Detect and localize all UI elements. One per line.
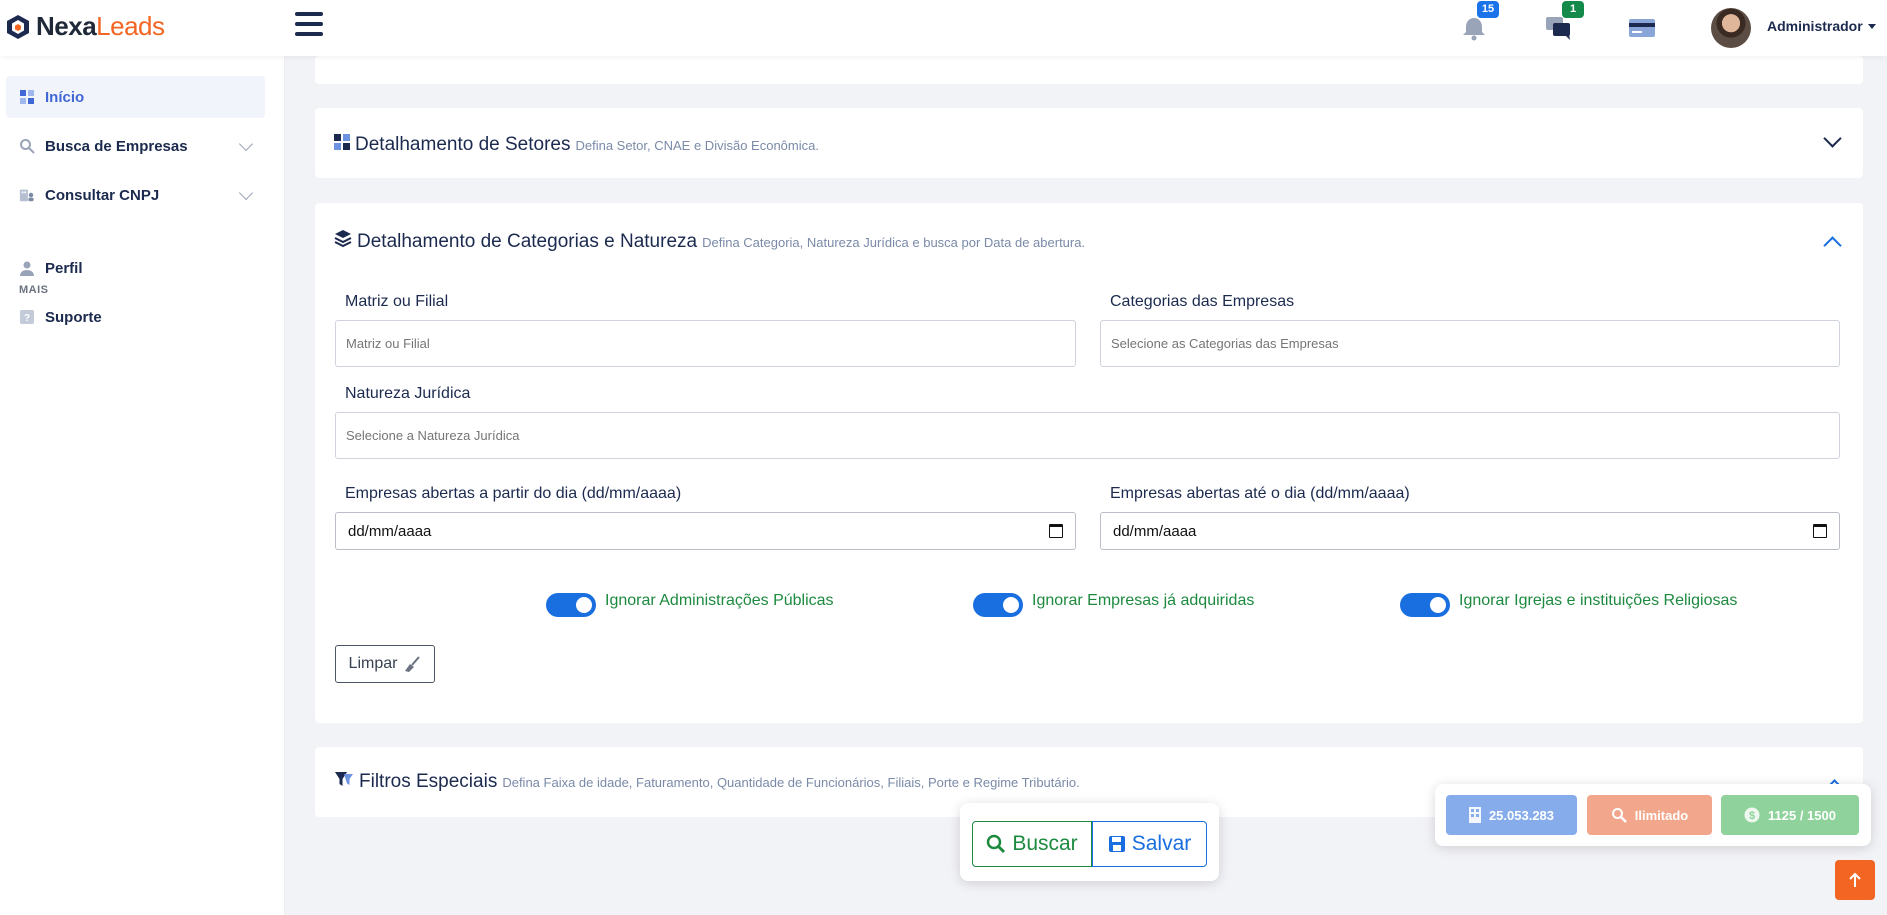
credits-value: 1125 / 1500 xyxy=(1768,807,1836,823)
help-icon: ? xyxy=(19,309,35,325)
building-icon xyxy=(1468,807,1481,823)
chevron-up-icon[interactable] xyxy=(1823,236,1842,255)
data-fim-label: Empresas abertas até o dia (dd/mm/aaaa) xyxy=(1110,485,1410,502)
ignorar-igrejas-toggle[interactable] xyxy=(1400,593,1450,617)
matriz-filial-select[interactable] xyxy=(335,320,1076,367)
ignorar-adm-publicas-label: Ignorar Administrações Públicas xyxy=(605,592,834,609)
sidebar-item-label: Busca de Empresas xyxy=(45,137,188,155)
section-subtitle: Defina Categoria, Natureza Jurídica e bu… xyxy=(702,235,1086,250)
floppy-disk-icon xyxy=(1108,836,1125,852)
ignorar-adm-publicas-toggle[interactable] xyxy=(546,593,596,617)
sidebar-item-label: Perfil xyxy=(45,259,83,277)
user-icon xyxy=(19,260,35,276)
companies-count-value: 25.053.283 xyxy=(1488,807,1555,823)
search-icon xyxy=(1611,808,1627,823)
natureza-juridica-label: Natureza Jurídica xyxy=(345,385,471,402)
clear-button[interactable]: Limpar xyxy=(335,645,435,683)
user-menu-dropdown[interactable]: Administrador xyxy=(1767,18,1876,34)
calendar-icon[interactable] xyxy=(1049,524,1063,538)
setores-section-header[interactable]: Detalhamento de Setores Defina Setor, CN… xyxy=(334,134,819,156)
layers-icon xyxy=(334,230,352,247)
ignorar-empresas-adquiridas-label: Ignorar Empresas já adquiridas xyxy=(1032,592,1255,609)
credits-stat: $ 1125 / 1500 xyxy=(1721,795,1859,835)
credit-card-icon xyxy=(1629,19,1655,37)
messages-count-badge: 1 xyxy=(1562,1,1584,18)
sidebar-item-perfil[interactable]: Perfil xyxy=(6,247,265,289)
categorias-section-header[interactable]: Detalhamento de Categorias e Natureza De… xyxy=(334,229,1085,253)
chevron-down-icon[interactable] xyxy=(1823,129,1842,148)
categorias-select[interactable] xyxy=(1100,320,1840,367)
searches-limit-value: Ilimitado xyxy=(1634,807,1689,823)
section-subtitle: Defina Faixa de idade, Faturamento, Quan… xyxy=(502,775,1080,790)
search-button[interactable]: Buscar xyxy=(972,821,1092,867)
arrow-up-icon xyxy=(1849,872,1861,887)
search-icon xyxy=(987,834,1006,854)
filter-icon xyxy=(335,772,353,786)
sidebar-item-suporte[interactable]: ? Suporte xyxy=(6,296,265,338)
scroll-to-top-button[interactable] xyxy=(1835,860,1875,900)
section-subtitle: Defina Setor, CNAE e Divisão Econômica. xyxy=(575,138,819,153)
searches-limit-stat: Ilimitado xyxy=(1587,795,1712,835)
data-fim-input[interactable]: dd/mm/aaaa xyxy=(1100,512,1840,550)
dashboard-grid-icon xyxy=(19,89,35,105)
ignorar-igrejas-label: Ignorar Igrejas e instituições Religiosa… xyxy=(1459,592,1738,609)
search-actions-panel: Buscar Salvar xyxy=(960,803,1219,881)
section-title: Filtros Especiais xyxy=(359,771,498,792)
svg-text:$: $ xyxy=(1749,810,1755,822)
messages-button[interactable]: 1 xyxy=(1544,1,1584,43)
svg-text:?: ? xyxy=(24,313,30,324)
section-title: Detalhamento de Categorias e Natureza xyxy=(357,231,698,252)
chevron-down-icon xyxy=(238,185,254,201)
sidebar-item-consultar-cnpj[interactable]: Consultar CNPJ xyxy=(6,174,265,216)
broom-icon xyxy=(405,656,421,672)
dollar-coin-icon: $ xyxy=(1744,807,1760,823)
sidebar-item-label: Consultar CNPJ xyxy=(45,186,160,204)
categorias-label: Categorias das Empresas xyxy=(1110,293,1295,310)
top-navbar: NexaLeads 15 1 Administrador xyxy=(0,0,1887,56)
user-avatar[interactable] xyxy=(1711,8,1751,48)
sidebar-item-label: Suporte xyxy=(45,308,102,326)
filtros-especiais-section-header[interactable]: Filtros Especiais Defina Faixa de idade,… xyxy=(334,771,1080,793)
sidebar-item-busca-empresas[interactable]: Busca de Empresas xyxy=(6,125,265,167)
menu-toggle-icon[interactable] xyxy=(295,12,323,40)
chevron-down-icon xyxy=(238,136,254,152)
previous-section-card xyxy=(315,56,1863,84)
matriz-filial-label: Matriz ou Filial xyxy=(345,293,449,310)
save-button-label: Salvar xyxy=(1131,832,1192,855)
notifications-button[interactable]: 15 xyxy=(1459,1,1499,43)
companies-count-stat: 25.053.283 xyxy=(1446,795,1577,835)
date-value: dd/mm/aaaa xyxy=(1113,522,1197,540)
account-stats-panel: 25.053.283 Ilimitado $ 1125 / 1500 xyxy=(1435,784,1871,846)
clear-button-label: Limpar xyxy=(348,655,398,672)
sidebar-item-inicio[interactable]: Início xyxy=(6,76,265,118)
data-inicio-input[interactable]: dd/mm/aaaa xyxy=(335,512,1076,550)
save-button[interactable]: Salvar xyxy=(1092,821,1207,867)
brand-name: NexaLeads xyxy=(36,11,165,41)
sidebar-item-label: Início xyxy=(45,88,85,106)
sidebar: Início Busca de Empresas Consultar CNPJ … xyxy=(0,56,285,915)
brand-logo[interactable]: NexaLeads xyxy=(4,11,165,42)
section-title: Detalhamento de Setores xyxy=(355,134,571,155)
notifications-count-badge: 15 xyxy=(1477,1,1499,18)
categorias-section-card: Detalhamento de Categorias e Natureza De… xyxy=(315,203,1863,723)
natureza-juridica-select[interactable] xyxy=(335,412,1840,459)
building-user-icon xyxy=(19,187,35,203)
calendar-icon[interactable] xyxy=(1813,524,1827,538)
billing-button[interactable] xyxy=(1627,13,1657,43)
grid-icon xyxy=(334,134,350,150)
search-icon xyxy=(19,138,35,154)
logo-cube-icon xyxy=(7,14,29,39)
setores-section-card: Detalhamento de Setores Defina Setor, CN… xyxy=(315,108,1863,178)
search-button-label: Buscar xyxy=(1012,832,1078,855)
date-value: dd/mm/aaaa xyxy=(348,522,432,540)
ignorar-empresas-adquiridas-toggle[interactable] xyxy=(973,593,1023,617)
data-inicio-label: Empresas abertas a partir do dia (dd/mm/… xyxy=(345,485,682,502)
